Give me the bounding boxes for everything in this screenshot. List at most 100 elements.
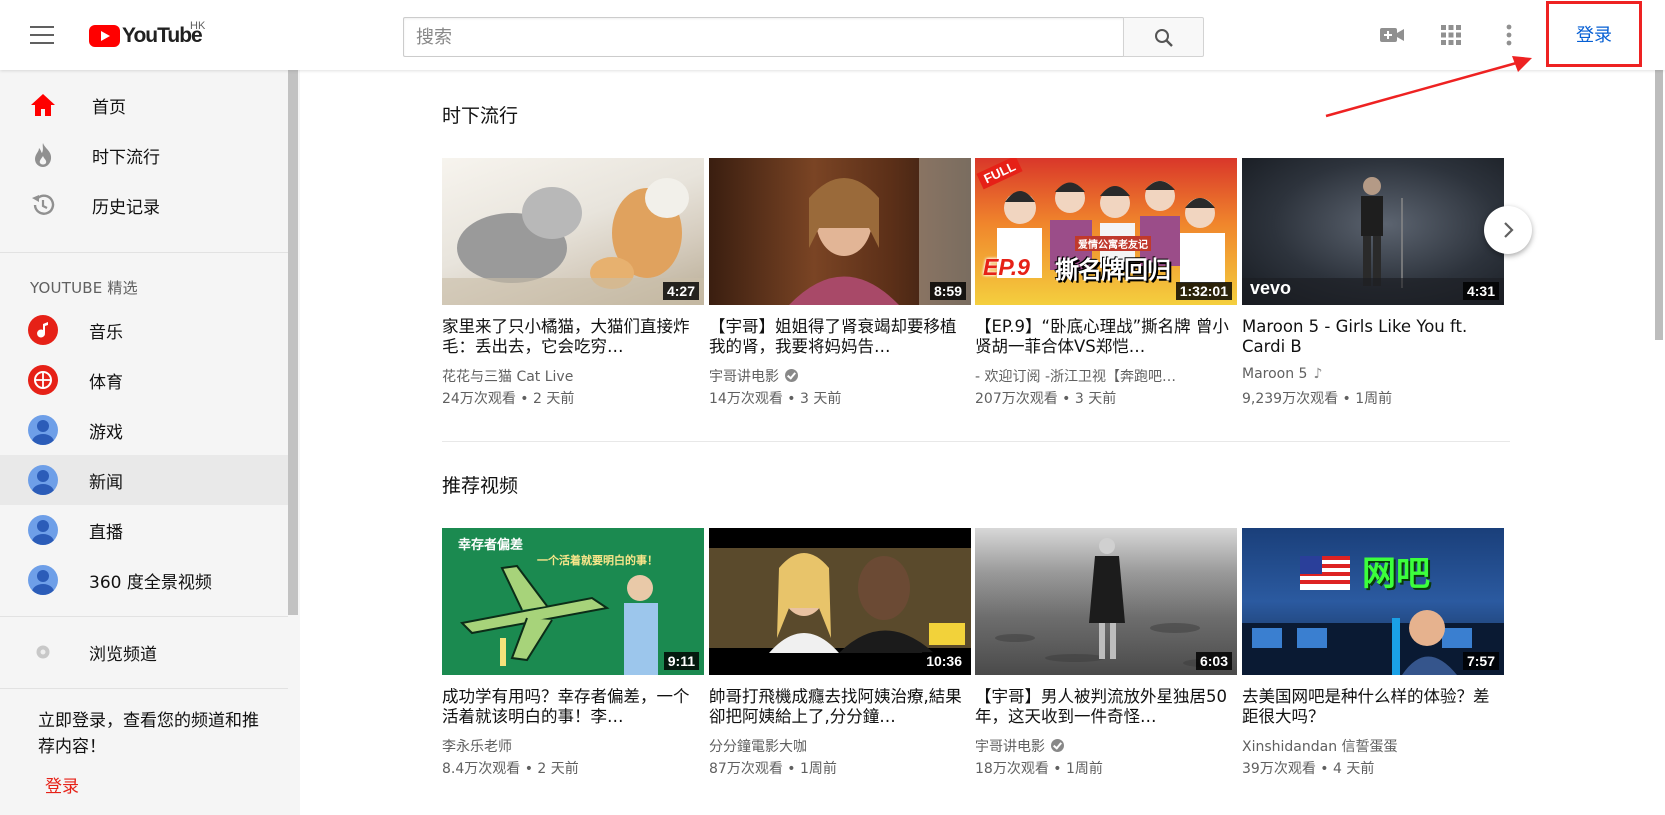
channel-name[interactable]: 花花与三猫 Cat Live [442, 366, 704, 386]
search-button[interactable] [1123, 17, 1204, 57]
youtube-logo[interactable]: YouTube [89, 23, 203, 49]
thumbnail-title-text: 幸存者偏差 [458, 538, 524, 553]
news-avatar-icon [28, 465, 58, 495]
trending-flame-icon [35, 143, 52, 167]
search-input[interactable] [403, 17, 1124, 57]
video-thumbnail[interactable]: 10:36 [709, 528, 971, 675]
channel-name[interactable]: - 欢迎订阅 -浙江卫视【奔跑吧… [975, 366, 1237, 386]
sidebar-item-sports[interactable]: 体育 [0, 355, 288, 405]
video-title[interactable]: 成功学有用吗？幸存者偏差，一个活着就该明白的事！李… [442, 687, 704, 727]
video-card[interactable]: 6:03 【宇哥】男人被判流放外星独居50年，这天收到一件奇怪… 宇哥讲电影 1… [975, 528, 1237, 778]
channel-name[interactable]: 李永乐老师 [442, 736, 704, 756]
video-title[interactable]: 【EP.9】“卧底心理战”撕名牌 曾小贤胡一菲合体VS郑恺… [975, 317, 1237, 357]
video-duration: 4:27 [662, 282, 699, 300]
settings-more-icon[interactable] [1506, 24, 1512, 50]
video-card[interactable]: 幸存者偏差 一个活着就要明白的事！ 9:11 成功学有用吗？幸存者偏差，一个活着… [442, 528, 704, 778]
channel-name[interactable]: 宇哥讲电影 [709, 366, 971, 386]
sidebar-item-360-video[interactable]: 360 度全景视频 [0, 555, 288, 605]
sidebar-item-gaming[interactable]: 游戏 [0, 405, 288, 455]
thumbnail-subtitle-text: 爱情公寓老友记 [1075, 236, 1151, 251]
sidebar-item-label: 直播 [89, 522, 123, 543]
guide-menu-icon[interactable] [30, 26, 54, 44]
vevo-logo: vevo [1250, 278, 1292, 298]
video-title[interactable]: 家里来了只小橘猫，大猫们直接炸毛：丢出去，它会吃穷… [442, 317, 704, 357]
channel-name[interactable]: Xinshidandan 信誓蛋蛋 [1242, 736, 1504, 756]
channel-name-text[interactable]: 宇哥讲电影 [975, 739, 1045, 755]
sidebar-item-trending[interactable]: 时下流行 [0, 130, 288, 180]
channel-name[interactable]: 宇哥讲电影 [975, 736, 1237, 756]
video-title[interactable]: 去美国网吧是种什么样的体验？差距很大吗？ [1242, 687, 1504, 727]
sidebar-item-label: 体育 [89, 372, 123, 393]
video-thumbnail[interactable]: vevo 4:31 [1242, 158, 1504, 305]
video-meta: 39万次观看 • 4 天前 [1242, 761, 1375, 777]
gaming-avatar-icon [28, 415, 58, 445]
video-thumbnail[interactable]: 网吧 7:57 [1242, 528, 1504, 675]
sign-in-button[interactable]: 登录 [1546, 1, 1642, 67]
video-card[interactable]: 8:59 【宇哥】姐姐得了肾衰竭却要移植我的肾，我要将妈妈告… 宇哥讲电影 14… [709, 158, 971, 408]
video-meta: 207万次观看 • 3 天前 [975, 391, 1117, 407]
thumbnail-subtitle-text: 一个活着就要明白的事！ [537, 554, 658, 567]
video-duration: 8:59 [929, 282, 966, 300]
music-note-icon: ♪ [1313, 366, 1323, 382]
video-thumbnail[interactable]: 8:59 [709, 158, 971, 305]
sign-in-promo-text: 立即登录，查看您的频道和推荐内容！ [38, 711, 259, 757]
thumbnail-episode-text: EP.9 [983, 254, 1030, 280]
apps-grid-icon[interactable] [1440, 24, 1462, 50]
video-thumbnail[interactable]: FULL EP.9 爱情公寓老友记 撕名牌回归 1:32:01 [975, 158, 1237, 305]
channel-name[interactable]: 分分鐘電影大咖 [709, 736, 971, 756]
video-title[interactable]: 【宇哥】男人被判流放外星独居50年，这天收到一件奇怪… [975, 687, 1237, 727]
channel-name-text[interactable]: 宇哥讲电影 [709, 369, 779, 385]
sidebar-divider [0, 616, 288, 617]
section-title-trending[interactable]: 时下流行 [442, 101, 518, 128]
sidebar-item-history[interactable]: 历史记录 [0, 180, 288, 230]
sidebar-section-title: YOUTUBE 精选 [30, 279, 138, 297]
sidebar-divider [0, 252, 288, 253]
section-title-recommended[interactable]: 推荐视频 [442, 471, 518, 498]
page-scrollbar[interactable] [1655, 70, 1663, 340]
sidebar-sign-in-link[interactable]: 登录 [45, 772, 79, 797]
channel-name-text[interactable]: Xinshidandan 信誓蛋蛋 [1242, 739, 1398, 755]
verified-badge-icon [785, 369, 798, 382]
video-duration: 9:11 [663, 652, 699, 670]
sidebar-item-label: 浏览频道 [89, 644, 157, 665]
channel-name-text[interactable]: Maroon 5 [1242, 366, 1307, 382]
channel-name-text[interactable]: 花花与三猫 Cat Live [442, 369, 573, 385]
sidebar-item-label: 新闻 [89, 472, 123, 493]
video-card[interactable]: FULL EP.9 爱情公寓老友记 撕名牌回归 1:32:01 【EP.9】“卧… [975, 158, 1237, 408]
sidebar-item-music[interactable]: 音乐 [0, 305, 288, 355]
home-icon [31, 94, 55, 116]
video-card[interactable]: 10:36 帥哥打飛機成癮去找阿姨治療,結果卻把阿姨給上了,分分鐘… 分分鐘電影… [709, 528, 971, 778]
video-card[interactable]: 网吧 7:57 去美国网吧是种什么样的体验？差距很大吗？ Xinshidanda… [1242, 528, 1504, 778]
video-card[interactable]: vevo 4:31 Maroon 5 - Girls Like You ft. … [1242, 158, 1504, 408]
video-meta: 9,239万次观看 • 1周前 [1242, 391, 1393, 407]
channel-name-text[interactable]: 分分鐘電影大咖 [709, 739, 807, 755]
sidebar-item-home[interactable]: 首页 [0, 80, 288, 130]
upload-video-icon[interactable] [1379, 24, 1405, 50]
channel-name-text[interactable]: 李永乐老师 [442, 739, 512, 755]
sidebar-item-live[interactable]: 直播 [0, 505, 288, 555]
channel-name[interactable]: Maroon 5 ♪ [1242, 366, 1504, 386]
video-title[interactable]: 【宇哥】姐姐得了肾衰竭却要移植我的肾，我要将妈妈告… [709, 317, 971, 357]
video-thumbnail[interactable]: 幸存者偏差 一个活着就要明白的事！ 9:11 [442, 528, 704, 675]
sidebar-item-news[interactable]: 新闻 [0, 455, 288, 505]
video-thumbnail[interactable]: 4:27 [442, 158, 704, 305]
video-title[interactable]: Maroon 5 - Girls Like You ft. Cardi B [1242, 317, 1504, 357]
video-meta: 18万次观看 • 1周前 [975, 761, 1103, 777]
history-icon [32, 194, 55, 215]
video-card[interactable]: 4:27 家里来了只小橘猫，大猫们直接炸毛：丢出去，它会吃穷… 花花与三猫 Ca… [442, 158, 704, 408]
video-meta: 87万次观看 • 1周前 [709, 761, 837, 777]
video-title[interactable]: 帥哥打飛機成癮去找阿姨治療,結果卻把阿姨給上了,分分鐘… [709, 687, 971, 727]
browse-channels-icon [36, 645, 50, 659]
video-thumbnail[interactable]: 6:03 [975, 528, 1237, 675]
shelf-next-button[interactable] [1484, 206, 1532, 254]
youtube-play-icon [89, 25, 120, 47]
region-code: HK [190, 20, 206, 32]
sidebar-item-label: 游戏 [89, 422, 123, 443]
channel-name-text[interactable]: - 欢迎订阅 -浙江卫视【奔跑吧… [975, 369, 1176, 385]
sidebar-scrollbar[interactable] [288, 70, 298, 615]
video-meta: 24万次观看 • 2 天前 [442, 391, 575, 407]
annotation-arrow [1325, 56, 1532, 118]
sidebar-divider [0, 688, 288, 689]
sidebar-item-label: 360 度全景视频 [89, 572, 212, 593]
sidebar-item-browse-channels[interactable]: 浏览频道 [0, 627, 288, 677]
